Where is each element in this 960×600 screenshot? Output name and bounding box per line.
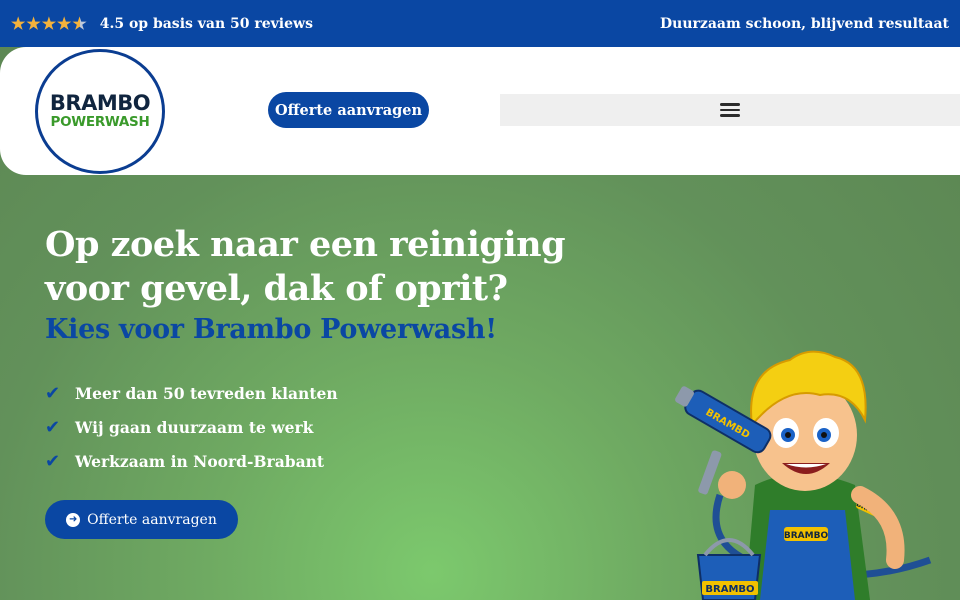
site-header: BRAMBO POWERWASH Offerte aanvragen	[0, 47, 960, 175]
rating: ★ ★ ★ ★ ★ 4.5 op basis van 50 reviews	[11, 13, 313, 33]
rating-stars: ★ ★ ★ ★ ★	[11, 13, 88, 33]
logo-text-brambo: BRAMBO	[49, 91, 151, 116]
hero-quote-button-label: Offerte aanvragen	[87, 511, 217, 528]
logo-text-powerwash: POWERWASH	[50, 114, 150, 131]
star-icon: ★	[41, 13, 57, 33]
star-icon: ★	[11, 13, 26, 33]
menu-toggle-bar[interactable]	[500, 94, 960, 126]
half-star-icon: ★	[72, 13, 87, 33]
star-icon: ★	[57, 13, 72, 33]
rating-text: 4.5 op basis van 50 reviews	[99, 15, 313, 32]
hero-quote-button[interactable]: ➜ Offerte aanvragen	[45, 500, 238, 539]
tagline: Duurzaam schoon, blijvend resultaat	[660, 15, 949, 32]
hamburger-icon[interactable]	[720, 103, 740, 117]
header-quote-button[interactable]: Offerte aanvragen	[268, 92, 429, 128]
brand-logo[interactable]: BRAMBO POWERWASH	[35, 49, 165, 174]
star-icon: ★	[26, 13, 41, 33]
arrow-circle-right-icon: ➜	[66, 512, 81, 527]
top-bar: ★ ★ ★ ★ ★ 4.5 op basis van 50 reviews Du…	[0, 0, 960, 47]
